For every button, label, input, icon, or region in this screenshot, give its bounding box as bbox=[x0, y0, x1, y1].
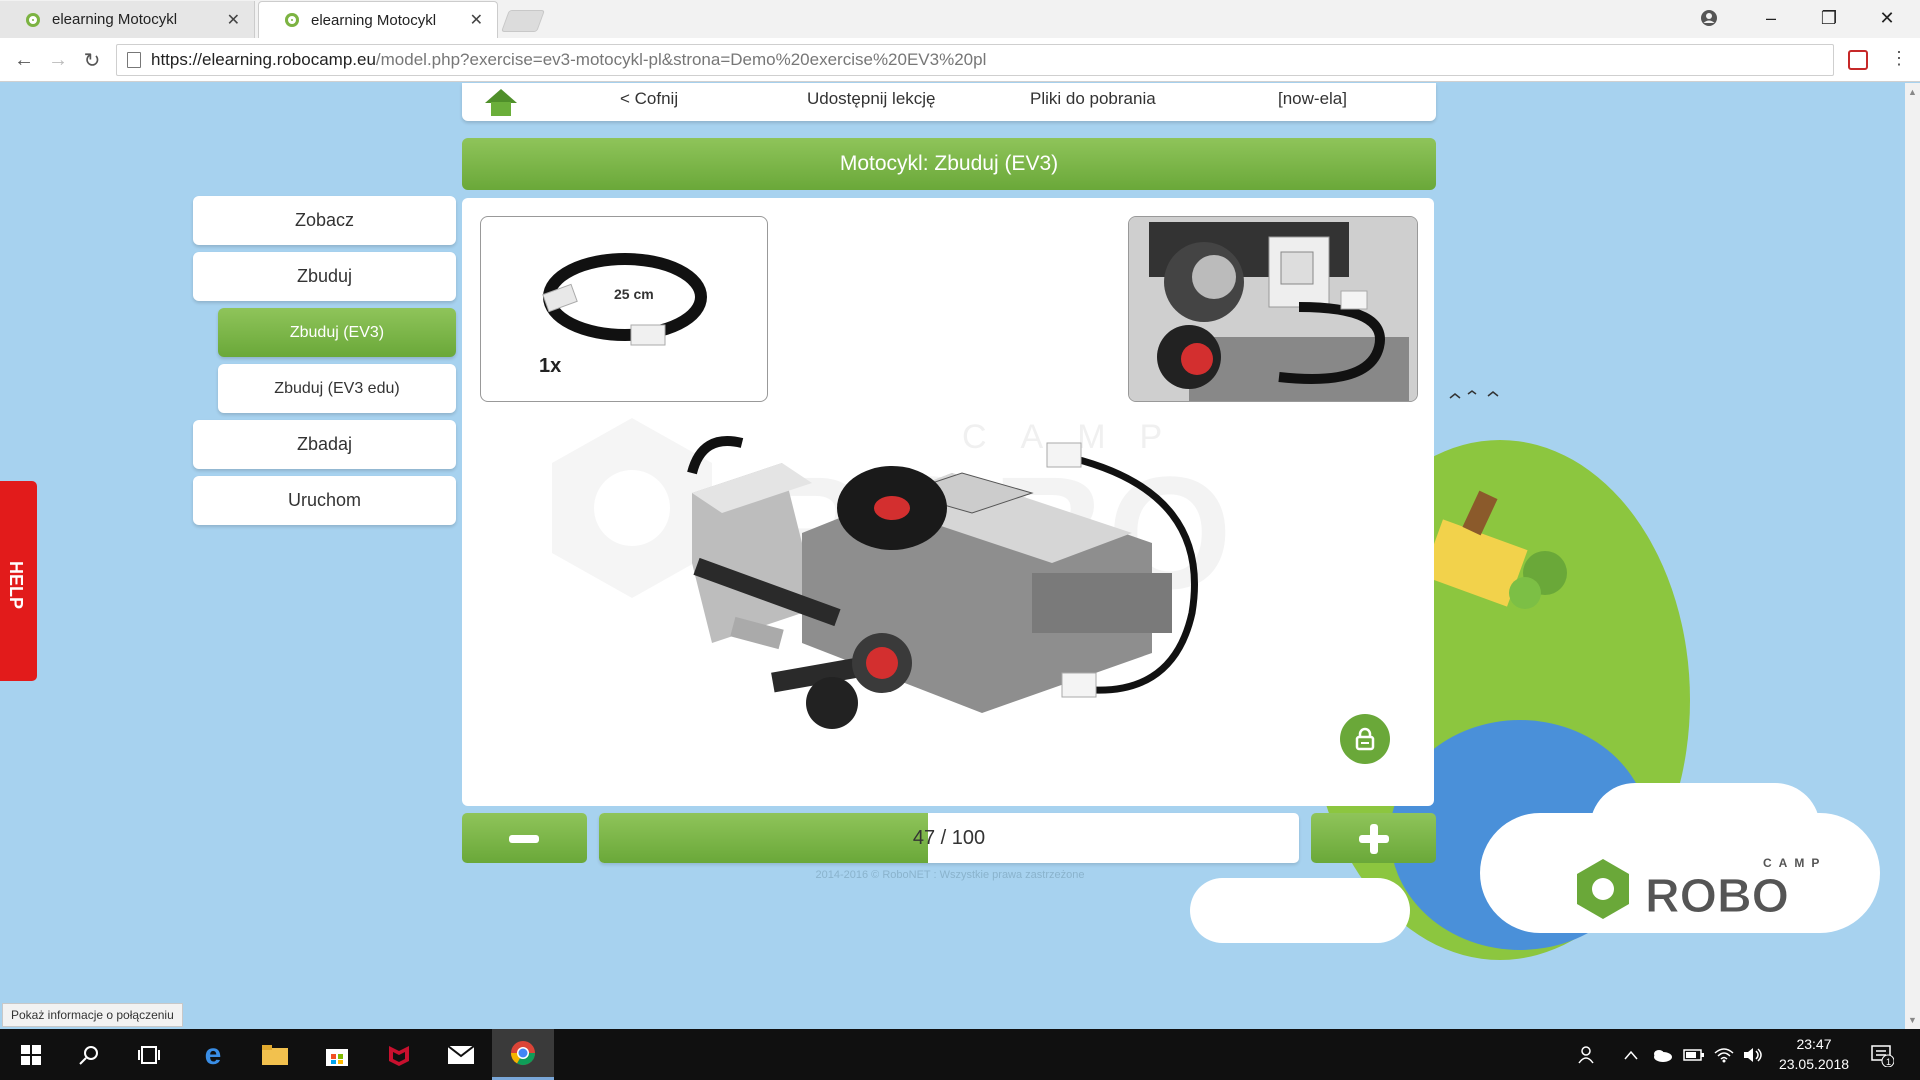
sidebar-item-label: Zbuduj (EV3) bbox=[289, 323, 385, 341]
restore-button[interactable]: ❐ bbox=[1800, 0, 1858, 36]
tab-title: elearning Motocykl bbox=[52, 11, 178, 28]
sidebar-item-zbuduj-ev3-edu[interactable]: Zbuduj (EV3 edu) bbox=[218, 364, 456, 413]
close-window-button[interactable]: ✕ bbox=[1858, 0, 1916, 36]
sidebar-item-zbuduj[interactable]: Zbuduj bbox=[193, 252, 456, 301]
show-hidden-icons-chevron-icon[interactable] bbox=[1624, 1029, 1638, 1080]
cable-part-illustration: 25 cm 1x bbox=[539, 253, 707, 377]
progress-label: 47 / 100 bbox=[912, 826, 986, 849]
ev3-motorcycle-model-illustration bbox=[687, 436, 1198, 729]
url-host: https://elearning.robocamp.eu bbox=[151, 50, 376, 69]
extension-icon[interactable] bbox=[1848, 50, 1868, 70]
sidebar-item-zbadaj[interactable]: Zbadaj bbox=[193, 420, 456, 469]
help-label: HELP bbox=[6, 561, 26, 610]
logo-camp-text: CAMP bbox=[1763, 856, 1826, 870]
user-link[interactable]: [now-ela] bbox=[1278, 89, 1347, 109]
downloads-link[interactable]: Pliki do pobrania bbox=[1030, 89, 1156, 109]
browser-menu-icon[interactable]: ⋮ bbox=[1890, 48, 1908, 69]
logo-robo-text: ROBO bbox=[1645, 870, 1789, 923]
profile-icon[interactable] bbox=[1680, 0, 1738, 36]
detail-zoom-illustration bbox=[1129, 217, 1417, 401]
top-navigation: < Cofnij Udostępnij lekcję Pliki do pobr… bbox=[462, 83, 1436, 121]
cloud-illustration bbox=[1190, 878, 1410, 943]
parts-callout: 25 cm 1x bbox=[480, 216, 768, 402]
previous-step-button[interactable] bbox=[462, 813, 587, 863]
battery-icon[interactable] bbox=[1683, 1029, 1705, 1080]
clock-date: 23.05.2018 bbox=[1778, 1056, 1850, 1072]
start-icon[interactable] bbox=[0, 1029, 62, 1080]
store-icon[interactable] bbox=[306, 1029, 368, 1080]
birds-illustration bbox=[1449, 390, 1499, 399]
footer-copyright: 2014-2016 © RoboNET : Wszystkie prawa za… bbox=[815, 869, 1085, 881]
sidebar-item-label: Zobacz bbox=[294, 210, 355, 230]
cable-length-label: 25 cm bbox=[614, 286, 654, 302]
new-tab-button[interactable] bbox=[500, 10, 546, 32]
volume-icon[interactable] bbox=[1743, 1029, 1763, 1080]
page-title: Motocykl: Zbuduj (EV3) bbox=[462, 138, 1436, 190]
chrome-icon[interactable] bbox=[492, 1029, 554, 1080]
next-step-button[interactable] bbox=[1311, 813, 1436, 863]
detail-callout bbox=[1128, 216, 1418, 402]
robocamp-logo: CAMP ROBO bbox=[1577, 856, 1826, 924]
sidebar-item-zobacz[interactable]: Zobacz bbox=[193, 196, 456, 245]
sidebar-item-label: Zbuduj bbox=[296, 266, 353, 286]
browser-tab-1[interactable]: elearning Motocykl ✕ bbox=[0, 1, 255, 38]
tab-title: elearning Motocykl bbox=[311, 11, 437, 29]
windows-taskbar: e 23:47 23.05.2018 1 bbox=[0, 1029, 1920, 1080]
reload-icon[interactable]: ↻ bbox=[78, 46, 106, 74]
edge-browser-icon[interactable]: e bbox=[182, 1029, 244, 1080]
back-link[interactable]: < Cofnij bbox=[620, 89, 678, 109]
minimize-button[interactable]: – bbox=[1742, 0, 1800, 36]
page-scrollbar[interactable]: ▲ ▼ bbox=[1905, 83, 1920, 1029]
sidebar-item-uruchom[interactable]: Uruchom bbox=[193, 476, 456, 525]
build-instruction-panel: 25 cm 1x CAMP ROBO bbox=[462, 198, 1434, 806]
url-path: /model.php?exercise=ev3-motocykl-pl&stro… bbox=[375, 50, 987, 69]
search-icon[interactable] bbox=[58, 1029, 120, 1080]
page-title-text: Motocykl: Zbuduj (EV3) bbox=[839, 152, 1059, 175]
taskbar-clock[interactable]: 23:47 23.05.2018 bbox=[1774, 1034, 1854, 1074]
help-tab[interactable]: HELP bbox=[0, 481, 37, 681]
connection-info-tooltip: Pokaż informacje o połączeniu bbox=[2, 1003, 183, 1027]
action-center-icon[interactable]: 1 bbox=[1870, 1029, 1894, 1080]
onedrive-icon[interactable] bbox=[1651, 1029, 1673, 1080]
lock-icon[interactable] bbox=[1340, 714, 1390, 764]
sidebar-item-label: Uruchom bbox=[287, 490, 362, 510]
file-explorer-icon[interactable] bbox=[244, 1029, 306, 1080]
close-tab-icon[interactable]: ✕ bbox=[227, 10, 240, 30]
page-info-icon[interactable] bbox=[127, 52, 141, 68]
address-bar[interactable]: https://elearning.robocamp.eu/model.php?… bbox=[116, 44, 1834, 76]
scroll-up-icon[interactable]: ▲ bbox=[1908, 87, 1917, 97]
sidebar-item-zbuduj-ev3[interactable]: Zbuduj (EV3) bbox=[218, 308, 456, 357]
mcafee-icon[interactable] bbox=[368, 1029, 430, 1080]
sidebar-item-label: Zbuduj (EV3 edu) bbox=[274, 379, 400, 397]
robocamp-favicon-icon bbox=[26, 12, 40, 27]
scroll-down-icon[interactable]: ▼ bbox=[1908, 1015, 1917, 1025]
robocamp-favicon-icon bbox=[285, 13, 299, 27]
browser-tab-2[interactable]: elearning Motocykl ✕ bbox=[258, 1, 498, 38]
part-quantity-label: 1x bbox=[539, 355, 561, 377]
step-progress-bar: 47 / 100 bbox=[599, 813, 1299, 863]
browser-toolbar: ← → ↻ https://elearning.robocamp.eu/mode… bbox=[0, 38, 1920, 82]
task-view-icon[interactable] bbox=[118, 1029, 180, 1080]
home-icon[interactable] bbox=[484, 89, 518, 117]
share-lesson-link[interactable]: Udostępnij lekcję bbox=[807, 89, 936, 109]
forward-arrow-icon[interactable]: → bbox=[44, 46, 72, 74]
clock-time: 23:47 bbox=[1796, 1036, 1832, 1052]
wifi-icon[interactable] bbox=[1714, 1029, 1734, 1080]
notification-count: 1 bbox=[1886, 1057, 1891, 1067]
close-tab-icon[interactable]: ✕ bbox=[470, 10, 483, 30]
mail-icon[interactable] bbox=[430, 1029, 492, 1080]
people-icon[interactable] bbox=[1578, 1029, 1598, 1080]
sidebar-item-label: Zbadaj bbox=[296, 434, 353, 454]
back-arrow-icon[interactable]: ← bbox=[10, 46, 38, 74]
planet-trees-illustration bbox=[1430, 490, 1567, 609]
browser-tab-bar: elearning Motocykl ✕ elearning Motocykl … bbox=[0, 0, 1920, 38]
